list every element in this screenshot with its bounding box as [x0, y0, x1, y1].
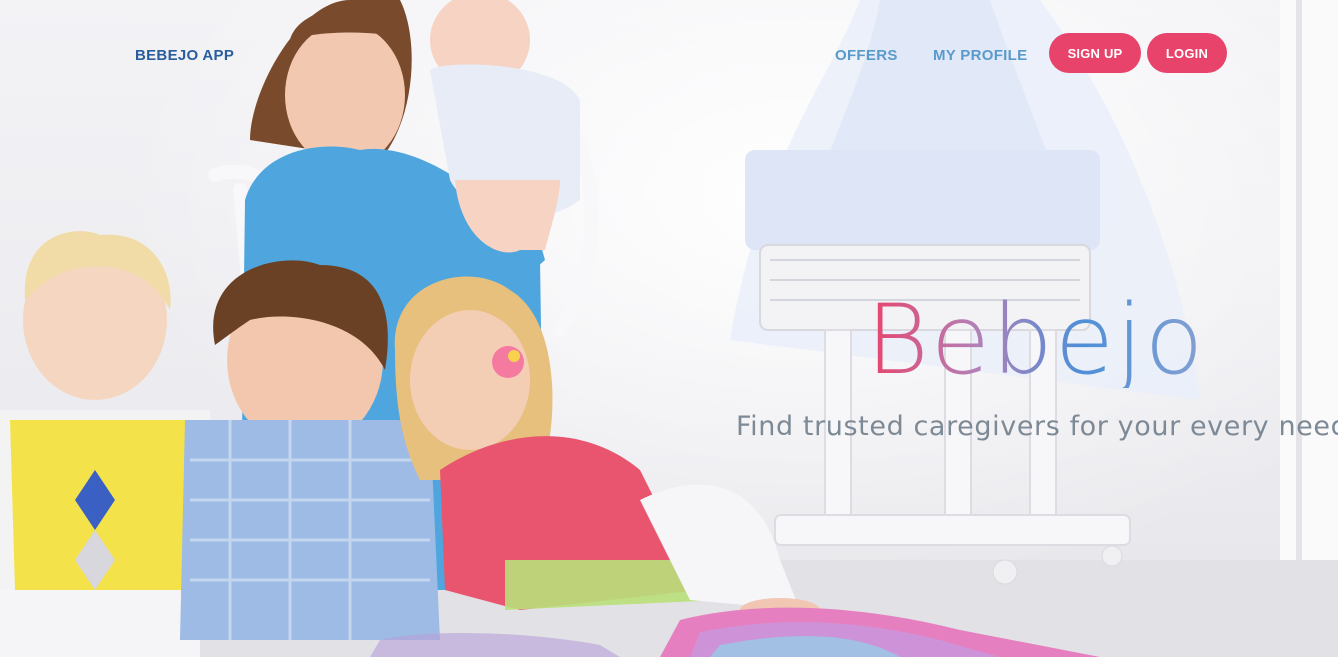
- login-button[interactable]: LOGIN: [1147, 33, 1227, 73]
- hero-headline: Bebejo: [866, 292, 1226, 388]
- nav-link-my-profile[interactable]: MY PROFILE: [933, 47, 1027, 64]
- brand-link[interactable]: BEBEJO APP: [135, 47, 234, 64]
- sign-up-button[interactable]: SIGN UP: [1049, 33, 1141, 73]
- hero-tagline: Find trusted caregivers for your every n…: [736, 411, 1338, 442]
- nav-link-offers[interactable]: OFFERS: [835, 47, 898, 64]
- hero-section: BEBEJO APP OFFERS MY PROFILE SIGN UP LOG…: [0, 0, 1338, 657]
